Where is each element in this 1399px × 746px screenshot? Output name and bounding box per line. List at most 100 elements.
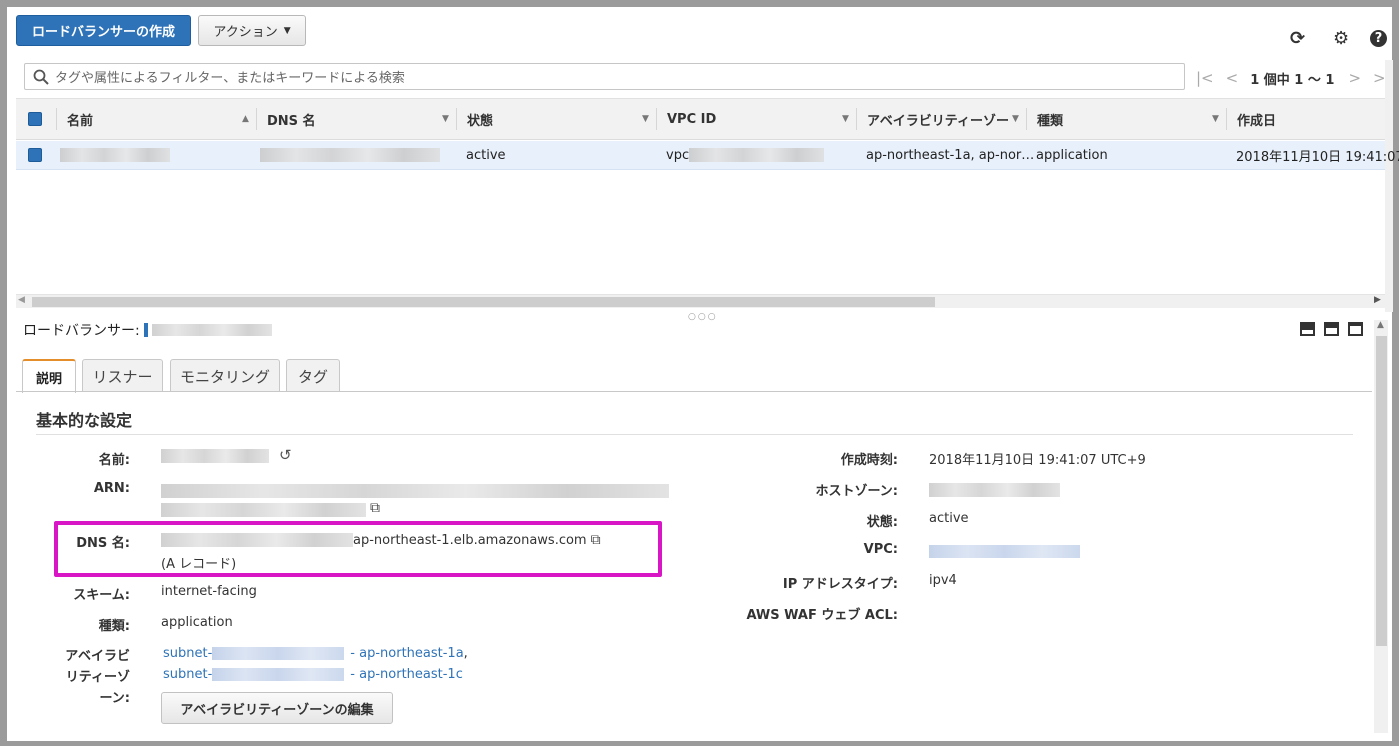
subnet-1-comma: , <box>463 646 468 661</box>
pager-text: 1 個中 1 ～ 1 <box>1250 72 1335 88</box>
cell-type: application <box>1036 147 1108 163</box>
subnet-1-redacted <box>212 647 345 660</box>
name-label: 名前: <box>98 453 130 468</box>
column-header-type[interactable]: 種類 <box>1037 99 1063 139</box>
created-label: 作成時刻: <box>840 453 898 468</box>
cell-az: ap-northeast-1a, ap-nor… <box>866 147 1035 163</box>
section-divider <box>36 434 1353 435</box>
ip-type-value: ipv4 <box>929 573 957 588</box>
cell-vpc: vpc <box>666 141 825 169</box>
scroll-right-icon[interactable]: ▶ <box>1374 295 1381 305</box>
scheme-value: internet-facing <box>161 584 257 599</box>
arn-value-redacted-2 <box>161 503 366 521</box>
subnet-2-redacted <box>212 668 345 681</box>
az-label-line-3: ーン: <box>99 691 130 706</box>
scroll-thumb[interactable] <box>32 297 935 307</box>
prev-page-icon[interactable]: < <box>1226 69 1239 87</box>
tab-description[interactable]: 説明 <box>22 359 76 393</box>
type-value: application <box>161 615 233 630</box>
lb-name-redacted <box>151 324 272 336</box>
vpc-link-redacted[interactable] <box>929 545 1080 562</box>
vpc-label: VPC: <box>863 542 898 557</box>
chevron-down-icon[interactable]: ▼ <box>442 114 449 124</box>
column-header-name[interactable]: 名前 <box>67 99 93 139</box>
subnet-1[interactable]: subnet- - ap-northeast-1a , <box>163 646 468 661</box>
sort-asc-icon[interactable]: ▲ <box>242 114 249 124</box>
tab-listeners[interactable]: リスナー <box>82 359 163 392</box>
type-label: 種類: <box>98 619 130 634</box>
create-load-balancer-button[interactable]: ロードバランサーの作成 <box>16 15 191 46</box>
chevron-down-icon[interactable]: ▼ <box>642 114 649 124</box>
layout-bottom-icon[interactable] <box>1300 322 1315 336</box>
gear-icon[interactable]: ⚙ <box>1333 28 1349 49</box>
detail-scroll-thumb[interactable] <box>1376 336 1387 646</box>
chevron-down-icon[interactable]: ▼ <box>1212 114 1219 124</box>
scheme-label: スキーム: <box>73 588 130 603</box>
actions-dropdown-button[interactable]: アクション ▼ <box>198 15 306 46</box>
detail-title-label: ロードバランサー: <box>23 323 140 339</box>
hosted-zone-label: ホストゾーン: <box>815 484 898 499</box>
column-header-az[interactable]: アベイラビリティーゾー <box>867 99 1009 139</box>
scroll-left-icon[interactable]: ◀ <box>18 295 25 305</box>
dns-suffix: ap-northeast-1.elb.amazonaws.com <box>353 532 587 548</box>
hosted-zone-redacted <box>929 483 1060 501</box>
arn-label: ARN: <box>93 481 130 496</box>
first-page-icon[interactable]: |< <box>1196 69 1214 87</box>
column-header-created[interactable]: 作成日 <box>1237 99 1276 139</box>
pane-splitter-handle[interactable]: ○○○ <box>688 312 718 322</box>
column-header-dns[interactable]: DNS 名 <box>267 99 316 139</box>
grid-header: 名前 ▲ DNS 名 ▼ 状態 ▼ VPC ID ▼ アベイラビリティーゾー ▼… <box>16 98 1385 140</box>
subnet-2-prefix[interactable]: subnet- <box>163 667 212 682</box>
vpc-redacted <box>689 148 825 162</box>
table-row[interactable]: active vpc ap-northeast-1a, ap-nor… appl… <box>16 141 1399 170</box>
name-value-redacted <box>161 449 269 467</box>
cell-state: active <box>466 147 506 163</box>
chevron-down-icon: ▼ <box>283 25 291 36</box>
copy-icon[interactable]: ⧉ <box>591 532 601 548</box>
layout-full-icon[interactable] <box>1348 322 1363 336</box>
subnet-1-az[interactable]: - ap-northeast-1a <box>350 646 463 661</box>
subnet-1-prefix[interactable]: subnet- <box>163 646 212 661</box>
select-all-checkbox[interactable] <box>28 112 42 126</box>
waf-label: AWS WAF ウェブ ACL: <box>746 608 898 623</box>
highlight-box <box>54 521 662 577</box>
history-icon[interactable]: ↺ <box>279 446 292 464</box>
tab-tags[interactable]: タグ <box>286 359 340 392</box>
edit-az-button[interactable]: アベイラビリティーゾーンの編集 <box>161 692 393 724</box>
column-header-vpc[interactable]: VPC ID <box>667 99 716 139</box>
chevron-down-icon[interactable]: ▼ <box>842 114 849 124</box>
next-page-icon[interactable]: > <box>1348 69 1361 87</box>
top-vertical-scrollbar[interactable] <box>1385 60 1393 312</box>
column-header-state[interactable]: 状態 <box>467 99 493 139</box>
actions-label: アクション <box>213 25 278 40</box>
pager: |< < 1 個中 1 ～ 1 > >| <box>1196 68 1391 88</box>
subnet-2[interactable]: subnet- - ap-northeast-1c <box>163 667 463 682</box>
cell-created: 2018年11月10日 19:41:07 <box>1236 149 1399 165</box>
scroll-up-icon[interactable]: ▲ <box>1377 320 1384 330</box>
layout-toggle-group <box>1300 322 1363 336</box>
filter-placeholder: タグや属性によるフィルター、またはキーワードによる検索 <box>55 71 405 86</box>
layout-split-icon[interactable] <box>1324 322 1339 336</box>
refresh-icon[interactable]: ⟳ <box>1290 28 1305 49</box>
grid-horizontal-scrollbar[interactable]: ◀ ▶ <box>16 294 1385 308</box>
copy-icon[interactable]: ⧉ <box>370 500 380 516</box>
filter-input[interactable]: タグや属性によるフィルター、またはキーワードによる検索 <box>24 63 1185 90</box>
help-icon[interactable]: ? <box>1370 30 1387 47</box>
dns-record-type: (A レコード) <box>161 557 237 572</box>
arn-value-redacted <box>161 484 669 502</box>
dns-value: ap-northeast-1.elb.amazonaws.com ⧉ <box>161 532 601 548</box>
ip-type-label: IP アドレスタイプ: <box>782 577 898 592</box>
row-checkbox[interactable] <box>28 148 42 162</box>
dns-redacted <box>161 533 353 547</box>
az-label-line-1: アベイラビ <box>65 649 130 664</box>
cell-name-redacted <box>60 141 170 169</box>
cell-vpc-prefix: vpc <box>666 147 690 163</box>
chevron-down-icon[interactable]: ▼ <box>1012 114 1019 124</box>
state-label: 状態: <box>866 515 898 530</box>
az-label: アベイラビ リティーゾ ーン: <box>50 646 130 709</box>
dns-label: DNS 名: <box>76 536 130 551</box>
section-title: 基本的な設定 <box>36 411 133 430</box>
detail-title: ロードバランサー: <box>23 320 272 340</box>
subnet-2-az[interactable]: - ap-northeast-1c <box>350 667 463 682</box>
tab-monitoring[interactable]: モニタリング <box>170 359 280 392</box>
